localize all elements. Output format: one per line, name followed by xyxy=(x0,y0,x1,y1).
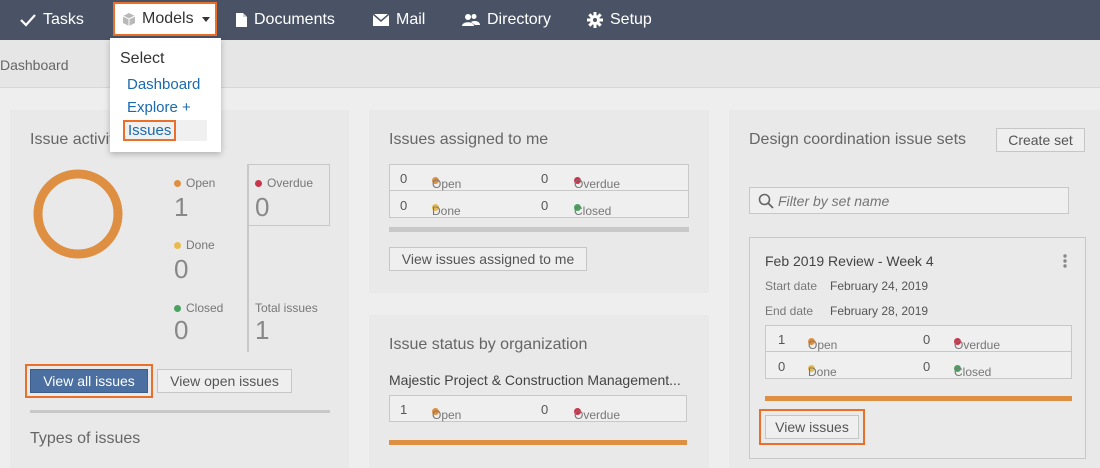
document-icon xyxy=(236,13,247,27)
nav-setup-label: Setup xyxy=(610,11,652,28)
check-icon xyxy=(20,14,36,27)
set-done-value: 0 xyxy=(778,359,786,374)
breadcrumb[interactable]: Dashboard xyxy=(0,57,69,73)
issue-status-by-org-title: Issue status by organization xyxy=(389,336,588,353)
view-open-issues-button[interactable]: View open issues xyxy=(157,369,292,393)
set-stats-table: 1 Open 0 Overdue 0 Done 0 Closed xyxy=(765,325,1072,379)
search-icon xyxy=(758,193,774,209)
org-progress-bar xyxy=(389,440,687,445)
nav-setup[interactable]: Setup xyxy=(587,0,652,40)
overdue-stat-label: Overdue xyxy=(255,176,313,190)
dropdown-item-issues-label: Issues xyxy=(123,120,177,141)
design-coordination-card: Design coordination issue sets Create se… xyxy=(729,110,1100,468)
set-row-done: 0 Done 0 Closed xyxy=(778,359,992,379)
nav-directory[interactable]: Directory xyxy=(462,0,551,40)
nav-tasks-label: Tasks xyxy=(43,11,84,28)
set-closed-value: 0 xyxy=(923,359,931,374)
nav-models-label: Models xyxy=(142,10,194,27)
org-open-value: 1 xyxy=(400,402,408,417)
open-stat-label: Open xyxy=(174,176,215,190)
view-issues-button[interactable]: View issues xyxy=(759,409,865,445)
open-dot-icon xyxy=(174,179,181,187)
filter-set-field xyxy=(749,187,1069,214)
assigned-done-value: 0 xyxy=(400,198,408,213)
nav-documents-label: Documents xyxy=(254,11,335,28)
open-stat-value: 1 xyxy=(174,192,189,222)
nav-mail[interactable]: Mail xyxy=(373,0,425,40)
issue-activity-card: Issue activity Open 1 Overdue 0 Done 0 C… xyxy=(10,110,349,468)
org-row-open: 1 Open 0 Overdue xyxy=(400,402,621,422)
kebab-icon[interactable] xyxy=(1062,253,1068,269)
assigned-closed-value: 0 xyxy=(541,198,549,213)
issues-assigned-card: Issues assigned to me 0 Open 0 Overdue 0… xyxy=(369,110,709,293)
dropdown-item-issues[interactable]: Issues xyxy=(123,120,207,141)
issues-assigned-title: Issues assigned to me xyxy=(389,131,549,148)
assigned-open-value: 0 xyxy=(400,171,408,186)
issue-activity-title: Issue activity xyxy=(30,131,122,148)
nav-tasks[interactable]: Tasks xyxy=(20,0,84,40)
envelope-icon xyxy=(373,14,389,26)
models-dropdown-menu: Select Dashboard Explore + Issues xyxy=(110,38,221,152)
view-all-issues-button[interactable]: View all issues xyxy=(25,364,153,398)
cube-icon xyxy=(122,12,136,26)
org-name[interactable]: Majestic Project & Construction Manageme… xyxy=(389,372,689,388)
dropdown-item-dashboard[interactable]: Dashboard xyxy=(127,76,200,93)
set-row-open: 1 Open 0 Overdue xyxy=(766,326,1071,352)
assigned-row-done: 0 Done 0 Closed xyxy=(400,198,612,218)
closed-stat-label: Closed xyxy=(174,301,223,315)
end-date-label: End date xyxy=(765,304,814,318)
donut-open-segment xyxy=(33,169,123,259)
closed-stat-value: 0 xyxy=(174,315,189,345)
types-of-issues-title: Types of issues xyxy=(30,430,141,447)
view-issues-assigned-button[interactable]: View issues assigned to me xyxy=(389,247,587,271)
org-overdue-value: 0 xyxy=(541,402,549,417)
top-navigation-bar: Tasks Models Documents Mail Directory Se… xyxy=(0,0,1100,40)
overdue-stat-value: 0 xyxy=(255,192,270,222)
dropdown-item-explore[interactable]: Explore + xyxy=(127,99,191,116)
design-coordination-title: Design coordination issue sets xyxy=(749,131,967,148)
end-date-value: February 28, 2019 xyxy=(830,304,929,318)
closed-dot-icon xyxy=(174,304,181,312)
overdue-dot-icon xyxy=(255,179,262,187)
stats-divider xyxy=(247,164,249,352)
total-stat-label: Total issues xyxy=(255,301,318,315)
chevron-down-icon xyxy=(201,16,210,22)
issue-activity-divider xyxy=(30,410,330,413)
gear-icon xyxy=(587,12,603,28)
set-progress-bar xyxy=(765,396,1072,401)
org-stats-table: 1 Open 0 Overdue xyxy=(389,395,687,422)
done-stat-value: 0 xyxy=(174,254,189,284)
assigned-stats-table: 0 Open 0 Overdue 0 Done 0 Closed xyxy=(389,164,689,218)
assigned-progress-bar xyxy=(389,227,689,232)
dropdown-header: Select xyxy=(120,50,165,67)
set-open-value: 1 xyxy=(778,332,786,347)
start-date-value: February 24, 2019 xyxy=(830,279,929,293)
total-stat-value: 1 xyxy=(255,315,270,345)
issue-set-name[interactable]: Feb 2019 Review - Week 4 xyxy=(765,253,934,269)
assigned-overdue-value: 0 xyxy=(541,171,549,186)
issue-set-card[interactable]: Feb 2019 Review - Week 4 Start date Febr… xyxy=(749,237,1086,459)
done-dot-icon xyxy=(174,241,181,249)
nav-mail-label: Mail xyxy=(396,11,426,28)
assigned-row-open: 0 Open 0 Overdue xyxy=(390,165,688,191)
done-stat-label: Done xyxy=(174,238,215,252)
filter-set-input[interactable] xyxy=(778,191,1063,210)
set-overdue-value: 0 xyxy=(923,332,931,347)
issue-status-by-org-card: Issue status by organization Majestic Pr… xyxy=(369,315,709,468)
nav-documents[interactable]: Documents xyxy=(236,0,335,40)
people-icon xyxy=(462,14,480,26)
start-date-label: Start date xyxy=(765,279,818,293)
create-set-button[interactable]: Create set xyxy=(996,128,1085,152)
issue-donut-chart xyxy=(33,169,123,259)
nav-directory-label: Directory xyxy=(487,11,552,28)
nav-models[interactable]: Models xyxy=(113,2,217,36)
